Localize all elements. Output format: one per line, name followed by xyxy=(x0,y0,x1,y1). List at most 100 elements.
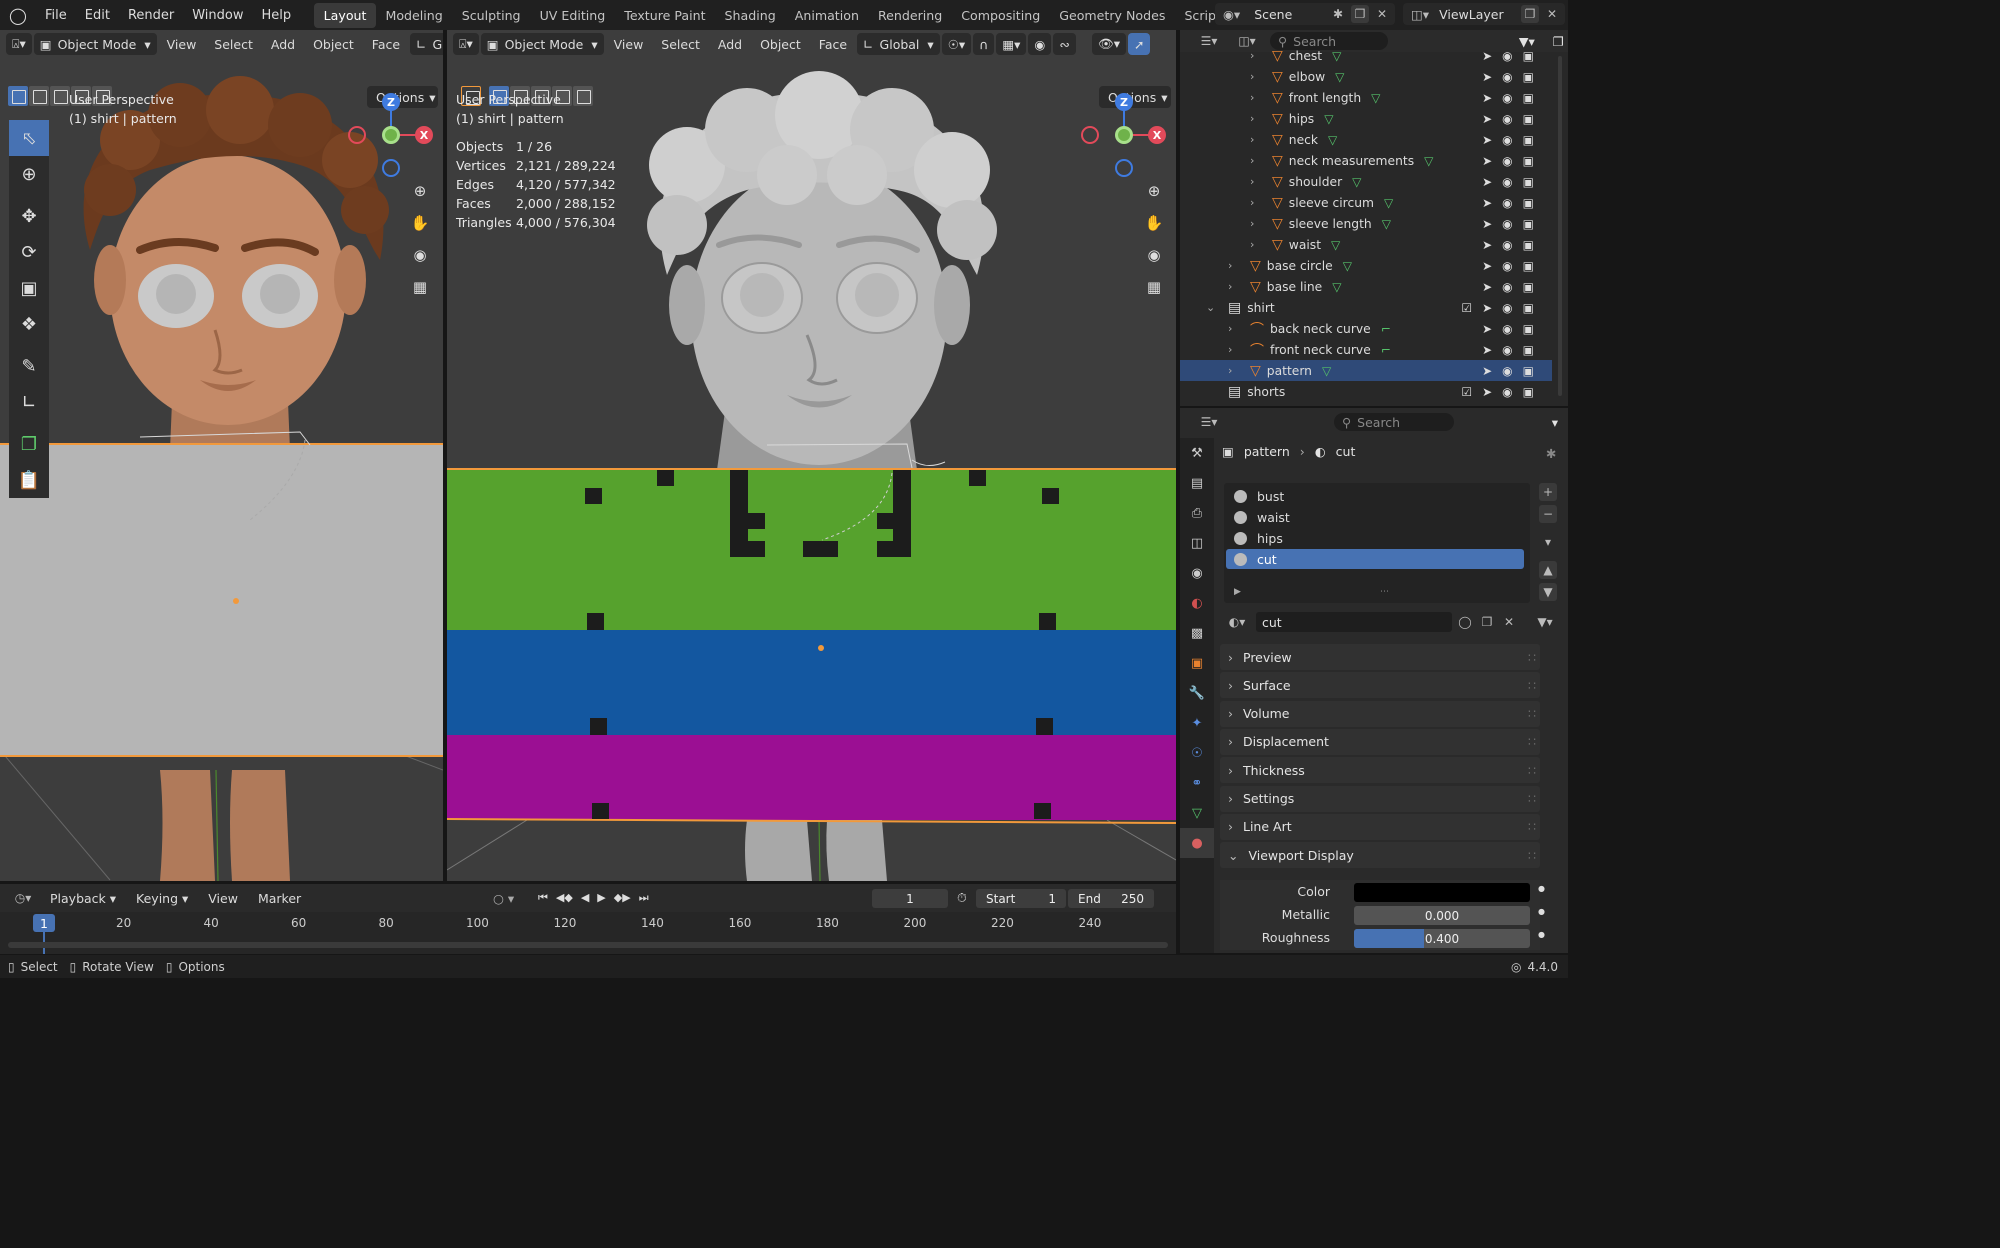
panel-surface[interactable]: › Surface ∷ xyxy=(1220,672,1540,699)
tab-shading[interactable]: Shading xyxy=(715,3,785,28)
slot-specials-icon[interactable]: ▾ xyxy=(1539,533,1557,551)
outliner-scrollbar[interactable] xyxy=(1558,56,1562,396)
transform-orientation-dropdown[interactable]: ∟ Gl xyxy=(410,33,443,55)
chevron-right-icon[interactable]: › xyxy=(1250,70,1254,83)
mesh-data-icon[interactable]: ▽ xyxy=(1343,259,1352,273)
panel-preview[interactable]: › Preview ∷ xyxy=(1220,644,1540,670)
drag-grip-icon[interactable]: ∷ xyxy=(1528,734,1536,749)
world-tab-icon[interactable]: ◐ xyxy=(1180,588,1214,618)
menu-help[interactable]: Help xyxy=(253,8,301,23)
perspective-grid-icon[interactable]: ▦ xyxy=(405,272,435,302)
menu-window[interactable]: Window xyxy=(183,8,252,23)
gizmo-z-axis[interactable]: Z xyxy=(382,93,400,111)
camera-icon[interactable]: ▣ xyxy=(1523,280,1534,294)
tab-sculpting[interactable]: Sculpting xyxy=(452,3,530,28)
material-name-field[interactable]: cut xyxy=(1256,612,1452,632)
playhead[interactable]: 1 xyxy=(33,914,55,932)
chevron-right-icon[interactable]: › xyxy=(1250,91,1254,104)
new-collection-icon[interactable]: ❐ xyxy=(1553,34,1564,49)
selectable-arrow-icon[interactable]: ➤ xyxy=(1482,280,1492,294)
gizmo-neg-x[interactable] xyxy=(348,126,366,144)
expand-triangle-icon[interactable]: ▶ xyxy=(1234,587,1241,597)
start-frame-field[interactable]: Start 1 xyxy=(976,889,1066,908)
measure-tool[interactable]: ∟ xyxy=(9,384,49,420)
gizmo-x-axis[interactable]: X xyxy=(1148,126,1166,144)
left-viewport[interactable]: ⍓▾ ▣ Object Mode ▾ View Select Add Object … xyxy=(0,30,443,881)
camera-icon[interactable]: ▣ xyxy=(1523,49,1534,63)
menu-add[interactable]: Add xyxy=(263,37,303,52)
eye-icon[interactable]: ◉ xyxy=(1502,154,1512,168)
chevron-right-icon[interactable]: › xyxy=(1250,196,1254,209)
eye-icon[interactable]: ◉ xyxy=(1502,343,1512,357)
camera-icon[interactable]: ▣ xyxy=(1523,175,1534,189)
select-box-tool[interactable]: ⬁ xyxy=(9,120,49,156)
browse-material-icon[interactable]: ◐▾ xyxy=(1222,613,1252,631)
select-extend-button[interactable] xyxy=(29,86,49,106)
metallic-slider[interactable]: 0.000 xyxy=(1354,906,1530,925)
gizmo-neg-z[interactable] xyxy=(1115,159,1133,177)
eye-icon[interactable]: ◉ xyxy=(1502,217,1512,231)
object-tab-icon[interactable]: ▣ xyxy=(1180,648,1214,678)
outliner-row[interactable]: › ⌒ back neck curve ⌐ ➤ ◉ ▣ xyxy=(1180,318,1552,339)
selectable-arrow-icon[interactable]: ➤ xyxy=(1482,70,1492,84)
data-tab-icon[interactable]: ▽ xyxy=(1180,798,1214,828)
drag-grip-icon[interactable]: ∷ xyxy=(1528,678,1536,693)
camera-icon[interactable]: ▣ xyxy=(1523,364,1534,378)
zoom-icon[interactable]: ⊕ xyxy=(405,176,435,206)
pivot-dropdown[interactable]: ☉▾ xyxy=(941,33,972,55)
editor-type-icon[interactable]: ☰▾ xyxy=(1194,413,1224,431)
eye-icon[interactable]: ◉ xyxy=(1502,196,1512,210)
new-viewlayer-icon[interactable]: ❐ xyxy=(1521,5,1539,23)
tab-geometry-nodes[interactable]: Geometry Nodes xyxy=(1050,3,1175,28)
selectable-arrow-icon[interactable]: ➤ xyxy=(1482,91,1492,105)
pan-hand-icon[interactable]: ✋ xyxy=(1139,208,1169,238)
end-frame-field[interactable]: End 250 xyxy=(1068,889,1154,908)
chevron-right-icon[interactable]: › xyxy=(1228,364,1232,377)
camera-icon[interactable]: ▣ xyxy=(1523,196,1534,210)
mesh-data-icon[interactable]: ▽ xyxy=(1331,238,1340,252)
auto-keying-icon[interactable]: ○ ▾ xyxy=(493,891,514,906)
move-tool[interactable]: ✥ xyxy=(9,198,49,234)
menu-face[interactable]: Face xyxy=(364,37,408,52)
outliner-row[interactable]: › ▽ neck measurements ▽ ➤ ◉ ▣ xyxy=(1180,150,1552,171)
menu-render[interactable]: Render xyxy=(119,8,183,23)
menu-playback[interactable]: Playback ▾ xyxy=(42,891,124,906)
selectable-arrow-icon[interactable]: ➤ xyxy=(1482,343,1492,357)
mesh-data-icon[interactable]: ▽ xyxy=(1322,364,1331,378)
chevron-right-icon[interactable]: › xyxy=(1250,49,1254,62)
tab-uv-editing[interactable]: UV Editing xyxy=(530,3,615,28)
transform-orientation-dropdown[interactable]: ∟ Global ▾ xyxy=(857,33,940,55)
selectable-arrow-icon[interactable]: ➤ xyxy=(1482,301,1492,315)
render-tab-icon[interactable]: ▤ xyxy=(1180,468,1214,498)
add-slot-icon[interactable]: + xyxy=(1539,483,1557,501)
duplicate-material-icon[interactable]: ❐ xyxy=(1478,613,1496,631)
outliner-row[interactable]: › ▽ front length ▽ ➤ ◉ ▣ xyxy=(1180,87,1552,108)
outliner-row[interactable]: › ▽ shoulder ▽ ➤ ◉ ▣ xyxy=(1180,171,1552,192)
perspective-grid-icon[interactable]: ▦ xyxy=(1139,272,1169,302)
navigation-gizmo[interactable]: Z X xyxy=(1075,90,1175,190)
selectable-arrow-icon[interactable]: ➤ xyxy=(1482,133,1492,147)
eye-icon[interactable]: ◉ xyxy=(1502,280,1512,294)
rotate-tool[interactable]: ⟳ xyxy=(9,234,49,270)
menu-select[interactable]: Select xyxy=(206,37,261,52)
pin-icon[interactable]: ✱ xyxy=(1329,5,1347,23)
tab-modeling[interactable]: Modeling xyxy=(376,3,452,28)
camera-icon[interactable]: ▣ xyxy=(1523,70,1534,84)
chevron-right-icon[interactable]: › xyxy=(1250,112,1254,125)
select-new-button[interactable] xyxy=(8,86,28,106)
selectable-arrow-icon[interactable]: ➤ xyxy=(1482,217,1492,231)
include-checkbox-icon[interactable]: ☑ xyxy=(1461,385,1472,399)
scale-tool[interactable]: ▣ xyxy=(9,270,49,306)
mode-dropdown[interactable]: ▣ Object Mode ▾ xyxy=(33,33,157,55)
editor-type-icon[interactable]: ◷▾ xyxy=(8,889,38,907)
resize-handle-icon[interactable]: ⋯ xyxy=(1380,587,1389,597)
tab-compositing[interactable]: Compositing xyxy=(952,3,1050,28)
chevron-down-icon[interactable]: ⌄ xyxy=(1206,301,1215,314)
outliner-row[interactable]: › ▽ base line ▽ ➤ ◉ ▣ xyxy=(1180,276,1552,297)
eye-icon[interactable]: ◉ xyxy=(1502,70,1512,84)
delete-scene-icon[interactable]: ✕ xyxy=(1373,5,1391,23)
keyframe-dot-icon[interactable]: ● xyxy=(1538,930,1545,939)
selectable-arrow-icon[interactable]: ➤ xyxy=(1482,196,1492,210)
particles-tab-icon[interactable]: ✦ xyxy=(1180,708,1214,738)
editor-type-button[interactable]: ⍓▾ xyxy=(453,33,479,55)
